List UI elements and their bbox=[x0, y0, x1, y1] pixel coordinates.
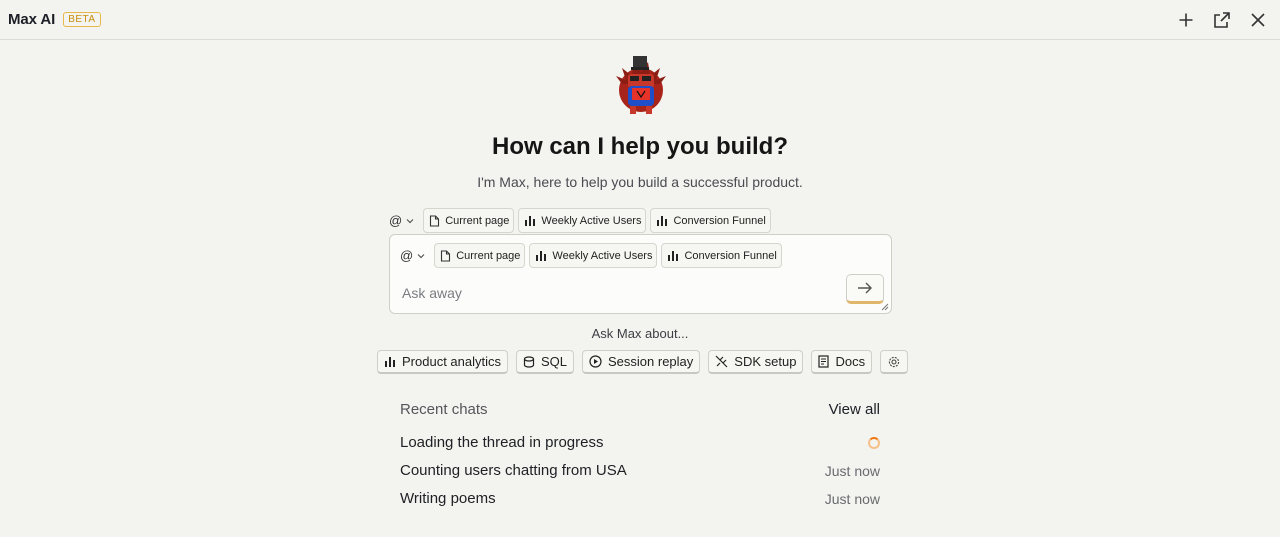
chip-label: Current page bbox=[456, 249, 521, 262]
chip-label: Conversion Funnel bbox=[673, 214, 766, 227]
mention-button[interactable]: @ bbox=[389, 213, 419, 228]
bar-chart-icon bbox=[385, 357, 395, 367]
open-in-new-button[interactable] bbox=[1210, 8, 1234, 32]
context-bar: @ Current page Weekly Active Users Conve… bbox=[389, 208, 771, 233]
suggestion-buttons: Product analytics SQL Session replay SDK… bbox=[377, 350, 909, 374]
chip-label: Current page bbox=[445, 214, 510, 227]
context-chip-conversion-funnel[interactable]: Conversion Funnel bbox=[661, 243, 782, 268]
recent-chats-title: Recent chats bbox=[400, 401, 488, 418]
bar-chart-icon bbox=[668, 251, 679, 261]
chevron-down-icon bbox=[406, 218, 414, 223]
context-chip-conversion-funnel[interactable]: Conversion Funnel bbox=[650, 208, 771, 233]
chat-title: Counting users chatting from USA bbox=[400, 462, 627, 479]
suggestion-sdk-setup[interactable]: SDK setup bbox=[708, 350, 804, 374]
bar-chart-icon bbox=[536, 251, 547, 261]
chevron-down-icon bbox=[417, 253, 425, 258]
database-icon bbox=[523, 355, 535, 368]
document-icon bbox=[441, 249, 451, 262]
app-title: Max AI bbox=[8, 11, 56, 28]
context-chip-weekly-active-users[interactable]: Weekly Active Users bbox=[518, 208, 647, 233]
context-chip-current-page[interactable]: Current page bbox=[434, 243, 526, 268]
suggestion-label: Docs bbox=[835, 354, 866, 369]
chat-title: Writing poems bbox=[400, 490, 496, 507]
context-chip-weekly-active-users[interactable]: Weekly Active Users bbox=[529, 243, 658, 268]
suggestion-label: Product analytics bbox=[402, 354, 501, 369]
recent-chats-header: Recent chats View all bbox=[400, 401, 880, 418]
top-bar: Max AI BETA bbox=[0, 0, 1280, 40]
chat-title: Loading the thread in progress bbox=[400, 434, 604, 451]
plus-icon bbox=[1179, 13, 1193, 27]
suggestion-label: Session replay bbox=[608, 354, 694, 369]
chat-time: Just now bbox=[824, 462, 880, 479]
chip-label: Weekly Active Users bbox=[552, 249, 653, 262]
suggestion-docs[interactable]: Docs bbox=[811, 350, 873, 374]
book-icon bbox=[818, 355, 830, 368]
chat-item[interactable]: Counting users chatting from USA Just no… bbox=[400, 462, 880, 479]
at-symbol: @ bbox=[400, 248, 414, 263]
chip-label: Conversion Funnel bbox=[684, 249, 777, 262]
chip-label: Weekly Active Users bbox=[541, 214, 642, 227]
loading-spinner-icon bbox=[868, 436, 880, 449]
bar-chart-icon bbox=[525, 216, 536, 226]
close-button[interactable] bbox=[1246, 8, 1270, 32]
send-button[interactable] bbox=[846, 274, 884, 304]
hero-title: How can I help you build? bbox=[491, 133, 788, 160]
view-all-link[interactable]: View all bbox=[829, 401, 880, 418]
new-chat-button[interactable] bbox=[1174, 8, 1198, 32]
beta-badge: BETA bbox=[63, 12, 101, 27]
resize-handle-icon[interactable] bbox=[881, 303, 889, 311]
arrow-right-icon bbox=[858, 282, 872, 294]
suggestion-sql[interactable]: SQL bbox=[516, 350, 575, 374]
at-symbol: @ bbox=[389, 213, 403, 228]
suggestion-product-analytics[interactable]: Product analytics bbox=[377, 350, 508, 374]
gear-icon bbox=[888, 356, 900, 367]
bar-chart-icon bbox=[657, 216, 668, 226]
context-chip-current-page[interactable]: Current page bbox=[423, 208, 515, 233]
suggestions-label: Ask Max about... bbox=[591, 326, 689, 341]
max-hedgehog-mascot bbox=[616, 56, 666, 114]
chat-time: Just now bbox=[824, 490, 880, 507]
close-icon bbox=[1251, 13, 1265, 27]
plug-icon bbox=[715, 355, 728, 368]
document-icon bbox=[430, 214, 440, 227]
chat-item[interactable]: Writing poems Just now bbox=[400, 490, 880, 507]
suggestion-label: SQL bbox=[541, 354, 568, 369]
mention-button[interactable]: @ bbox=[400, 248, 430, 263]
hero-subtitle: I'm Max, here to help you build a succes… bbox=[477, 174, 803, 190]
header-actions bbox=[1174, 8, 1270, 32]
suggestion-settings-button[interactable] bbox=[880, 350, 909, 374]
external-link-icon bbox=[1214, 12, 1230, 28]
ask-input[interactable] bbox=[402, 283, 822, 303]
chat-input-box: @ Current page Weekly Active Users Conve… bbox=[389, 234, 892, 314]
play-icon bbox=[589, 355, 602, 368]
input-context-bar: @ Current page Weekly Active Users Conve… bbox=[400, 243, 782, 268]
suggestion-session-replay[interactable]: Session replay bbox=[582, 350, 701, 374]
suggestion-label: SDK setup bbox=[734, 354, 797, 369]
chat-item[interactable]: Loading the thread in progress bbox=[400, 434, 880, 451]
